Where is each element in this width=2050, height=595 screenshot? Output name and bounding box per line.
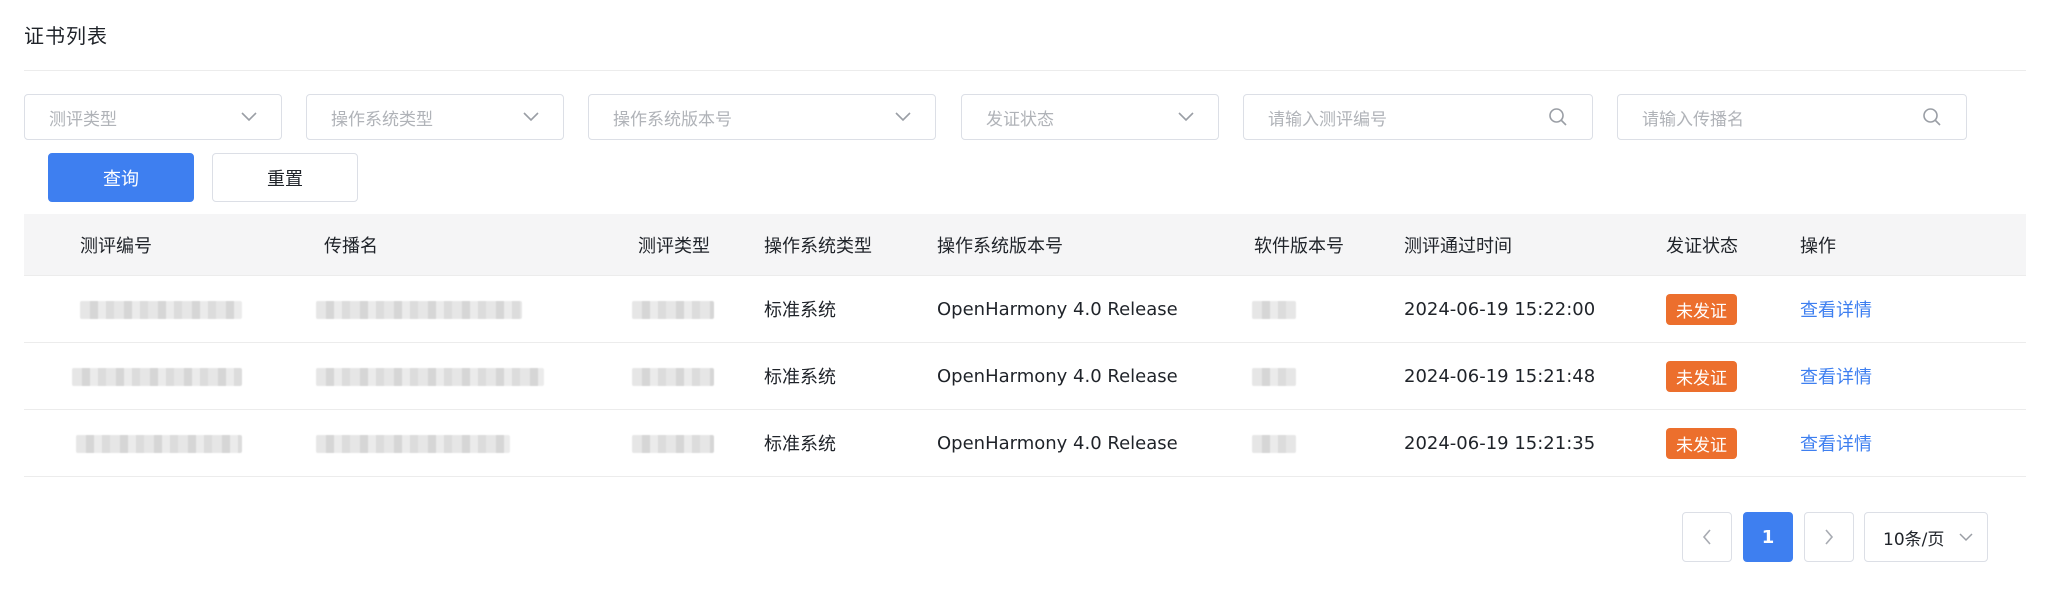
view-details-link[interactable]: 查看详情 bbox=[1800, 296, 1872, 322]
reset-button[interactable]: 重置 bbox=[212, 153, 358, 202]
pass-time-cell: 2024-06-19 15:21:35 bbox=[1404, 432, 1596, 454]
page-size-select[interactable]: 10条/页 bbox=[1864, 512, 1988, 562]
os-type-cell: 标准系统 bbox=[764, 300, 836, 321]
status-badge: 未发证 bbox=[1666, 293, 1737, 325]
search-icon bbox=[1549, 108, 1567, 126]
eval-no-redacted bbox=[80, 299, 242, 320]
status-badge: 未发证 bbox=[1666, 427, 1737, 459]
certificate-list-page: 证书列表 测评类型 操作系统类型 操作系统版本号 发证状态 请输入测评编号 请输… bbox=[0, 0, 2050, 595]
page-size-label: 10条/页 bbox=[1883, 529, 1945, 550]
table-row: 标准系统 OpenHarmony 4.0 Release 2024-06-19 … bbox=[24, 343, 2026, 410]
page-1-button[interactable]: 1 bbox=[1743, 512, 1793, 562]
os-type-cell: 标准系统 bbox=[764, 367, 836, 388]
col-os-type: 操作系统类型 bbox=[764, 235, 872, 257]
cert-status-select[interactable]: 发证状态 bbox=[961, 94, 1219, 140]
software-version-redacted bbox=[1252, 299, 1296, 320]
chevron-down-icon bbox=[895, 112, 911, 122]
col-action: 操作 bbox=[1800, 235, 1836, 257]
col-pass-time: 测评通过时间 bbox=[1404, 235, 1512, 257]
os-version-select[interactable]: 操作系统版本号 bbox=[588, 94, 936, 140]
search-icon bbox=[1923, 108, 1941, 126]
view-details-link[interactable]: 查看详情 bbox=[1800, 363, 1872, 389]
os-type-cell: 标准系统 bbox=[764, 434, 836, 455]
eval-no-placeholder: 请输入测评编号 bbox=[1268, 109, 1387, 130]
dist-name-redacted bbox=[316, 299, 522, 320]
dist-name-search-input[interactable]: 请输入传播名 bbox=[1617, 94, 1967, 140]
col-cert-status: 发证状态 bbox=[1666, 235, 1738, 257]
col-software-version: 软件版本号 bbox=[1254, 235, 1344, 257]
eval-type-redacted bbox=[632, 366, 714, 387]
chevron-down-icon bbox=[523, 112, 539, 122]
col-dist-name: 传播名 bbox=[324, 235, 378, 257]
chevron-down-icon bbox=[1178, 112, 1194, 122]
eval-type-select[interactable]: 测评类型 bbox=[24, 94, 282, 140]
col-os-version: 操作系统版本号 bbox=[937, 235, 1063, 257]
view-details-link[interactable]: 查看详情 bbox=[1800, 430, 1872, 456]
eval-type-redacted bbox=[632, 299, 714, 320]
status-badge: 未发证 bbox=[1666, 360, 1737, 392]
eval-no-redacted bbox=[72, 366, 242, 387]
prev-page-button[interactable] bbox=[1682, 512, 1732, 562]
query-button[interactable]: 查询 bbox=[48, 153, 194, 202]
os-type-placeholder: 操作系统类型 bbox=[331, 109, 433, 130]
dist-name-redacted bbox=[316, 366, 544, 387]
table-row: 标准系统 OpenHarmony 4.0 Release 2024-06-19 … bbox=[24, 276, 2026, 343]
certificate-table: 测评编号 传播名 测评类型 操作系统类型 操作系统版本号 软件版本号 测评通过时… bbox=[24, 214, 2026, 477]
eval-type-placeholder: 测评类型 bbox=[49, 109, 117, 130]
chevron-down-icon bbox=[1959, 532, 1973, 541]
os-version-cell: OpenHarmony 4.0 Release bbox=[937, 432, 1178, 454]
os-type-select[interactable]: 操作系统类型 bbox=[306, 94, 564, 140]
software-version-redacted bbox=[1252, 366, 1296, 387]
os-version-cell: OpenHarmony 4.0 Release bbox=[937, 298, 1178, 320]
chevron-right-icon bbox=[1825, 529, 1834, 545]
col-eval-type: 测评类型 bbox=[638, 235, 710, 257]
title-divider bbox=[24, 70, 2026, 71]
eval-type-redacted bbox=[632, 433, 714, 454]
dist-name-placeholder: 请输入传播名 bbox=[1642, 109, 1744, 130]
next-page-button[interactable] bbox=[1804, 512, 1854, 562]
chevron-left-icon bbox=[1702, 529, 1711, 545]
os-version-placeholder: 操作系统版本号 bbox=[613, 109, 732, 130]
pass-time-cell: 2024-06-19 15:21:48 bbox=[1404, 365, 1596, 387]
chevron-down-icon bbox=[241, 112, 257, 122]
table-row: 标准系统 OpenHarmony 4.0 Release 2024-06-19 … bbox=[24, 410, 2026, 477]
col-eval-no: 测评编号 bbox=[80, 235, 152, 257]
cert-status-placeholder: 发证状态 bbox=[986, 109, 1054, 130]
page-title: 证书列表 bbox=[24, 24, 108, 48]
table-header: 测评编号 传播名 测评类型 操作系统类型 操作系统版本号 软件版本号 测评通过时… bbox=[24, 214, 2026, 276]
eval-no-search-input[interactable]: 请输入测评编号 bbox=[1243, 94, 1593, 140]
pass-time-cell: 2024-06-19 15:22:00 bbox=[1404, 298, 1596, 320]
os-version-cell: OpenHarmony 4.0 Release bbox=[937, 365, 1178, 387]
dist-name-redacted bbox=[316, 433, 510, 454]
software-version-redacted bbox=[1252, 433, 1296, 454]
eval-no-redacted bbox=[76, 433, 242, 454]
